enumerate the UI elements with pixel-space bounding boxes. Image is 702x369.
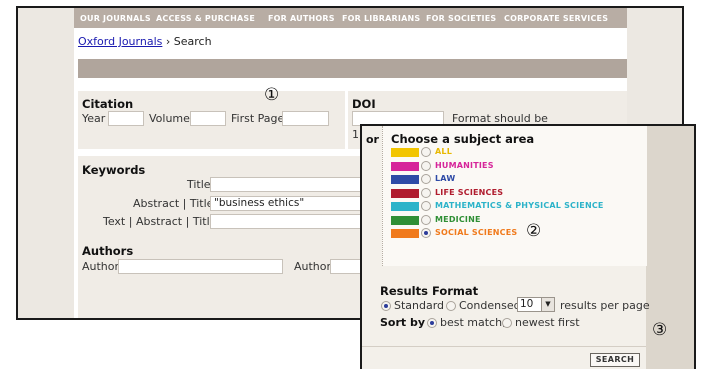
- subject-label: SOCIAL SCIENCES: [435, 228, 518, 237]
- subject-color-swatch: [391, 229, 419, 238]
- nav-our-journals[interactable]: OUR JOURNALS: [80, 14, 151, 23]
- nav-for-societies[interactable]: FOR SOCIETIES: [426, 14, 496, 23]
- subject-area-panel: Choose a subject area ALL HUMANITIES LAW LI…: [382, 126, 647, 266]
- breadcrumb-separator: ›: [165, 35, 171, 48]
- subject-label: HUMANITIES: [435, 160, 494, 170]
- nav-access-purchase[interactable]: ACCESS & PURCHASE: [156, 14, 255, 23]
- keywords-heading: Keywords: [82, 163, 146, 177]
- subject-label: ALL: [435, 147, 452, 156]
- standard-label: Standard: [394, 299, 445, 312]
- search-button[interactable]: SEARCH: [590, 353, 640, 367]
- dropdown-arrow-icon[interactable]: ▼: [541, 298, 554, 311]
- subject-color-swatch: [391, 161, 419, 171]
- subject-label: LAW: [435, 174, 456, 183]
- results-format-heading: Results Format: [380, 284, 479, 298]
- authors-heading: Authors: [82, 244, 134, 258]
- citation-panel: Citation Year Volume First Page: [78, 91, 345, 149]
- sort-newest-radio[interactable]: [502, 318, 512, 328]
- nav-corporate-services[interactable]: CORPORATE SERVICES: [504, 14, 608, 23]
- text-abstract-title-label: Text | Abstract | Title: [103, 215, 217, 228]
- subject-radio-life-sciences[interactable]: [421, 187, 431, 198]
- first-page-input[interactable]: [282, 111, 329, 126]
- subject-color-swatch: [391, 148, 419, 157]
- subject-radio-law[interactable]: [421, 174, 431, 184]
- breadcrumb: Oxford Journals › Search: [78, 35, 212, 48]
- breadcrumb-current: Search: [173, 35, 212, 48]
- author-input-1[interactable]: [118, 259, 283, 274]
- divider: [362, 346, 646, 347]
- subject-color-swatch: [391, 202, 419, 211]
- top-navigation: OUR JOURNALS ACCESS & PURCHASE FOR AUTHO…: [74, 8, 627, 28]
- volume-label: Volume: [149, 112, 190, 125]
- results-per-page-select[interactable]: 10 ▼: [517, 297, 555, 312]
- subject-radio-medicine[interactable]: [421, 214, 431, 225]
- subject-results-window: or Choose a subject area ALL HUMANITIES LA…: [360, 124, 696, 369]
- sort-newest-label: newest first: [515, 316, 580, 329]
- subject-radio-mathematics-physical-science[interactable]: [421, 201, 431, 211]
- doi-format-example: 1: [352, 128, 359, 141]
- sort-best-match-radio[interactable]: [427, 318, 437, 328]
- volume-input[interactable]: [190, 111, 226, 126]
- doi-heading: DOI: [352, 97, 376, 111]
- author-label-1: Author: [82, 260, 120, 273]
- subject-label: MEDICINE: [435, 214, 481, 224]
- title-label: Title: [187, 178, 211, 191]
- sort-best-match-label: best match,: [440, 316, 506, 329]
- marker-2: ②: [526, 221, 542, 241]
- year-input[interactable]: [108, 111, 144, 126]
- author-label-2: Author: [294, 260, 332, 273]
- subject-color-swatch: [391, 188, 419, 198]
- condensed-radio[interactable]: [446, 301, 456, 311]
- standard-radio[interactable]: [381, 301, 391, 311]
- subject-heading: Choose a subject area: [391, 132, 535, 146]
- results-per-page-value: 10: [520, 298, 534, 310]
- condensed-label: Condensed: [459, 299, 521, 312]
- subject-color-swatch: [391, 215, 419, 225]
- abstract-title-label: Abstract | Title: [133, 197, 214, 210]
- text-abstract-title-input[interactable]: [210, 214, 370, 229]
- year-label: Year: [82, 112, 106, 125]
- marker-3: ③: [652, 320, 668, 340]
- subject-label: LIFE SCIENCES: [435, 187, 504, 197]
- title-input[interactable]: [210, 177, 370, 192]
- subject-radio-humanities[interactable]: [421, 160, 431, 171]
- citation-heading: Citation: [82, 97, 134, 111]
- subject-color-swatch: [391, 175, 419, 184]
- results-per-page-label: results per page: [560, 299, 650, 312]
- breadcrumb-oxford-journals-link[interactable]: Oxford Journals: [78, 35, 162, 48]
- page-title-bar: [78, 59, 627, 78]
- subject-radio-social-sciences[interactable]: [421, 228, 431, 238]
- nav-for-librarians[interactable]: FOR LIBRARIANS: [342, 14, 420, 23]
- nav-for-authors[interactable]: FOR AUTHORS: [268, 14, 335, 23]
- marker-1: ①: [264, 85, 280, 105]
- sort-by-label: Sort by: [380, 316, 426, 329]
- first-page-label: First Page: [231, 112, 285, 125]
- abstract-title-input[interactable]: "business ethics": [210, 196, 370, 211]
- subject-label: MATHEMATICS & PHYSICAL SCIENCE: [435, 201, 604, 210]
- subject-radio-all[interactable]: [421, 147, 431, 157]
- or-label: or: [366, 133, 379, 146]
